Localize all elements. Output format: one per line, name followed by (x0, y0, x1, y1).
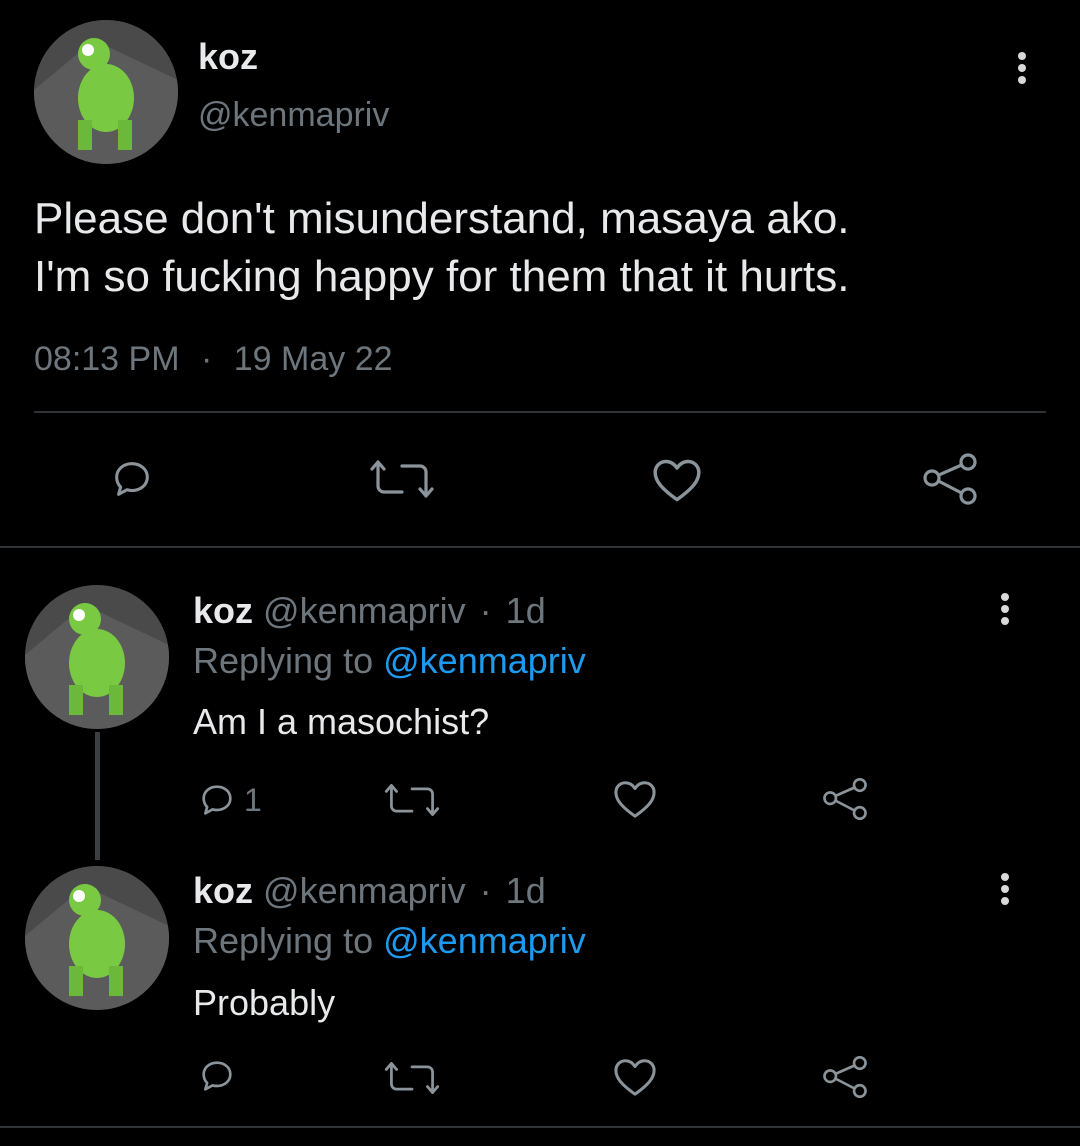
retweet-icon[interactable] (384, 782, 440, 818)
replying-to-handle[interactable]: @kenmapriv (383, 920, 586, 961)
reply-icon[interactable] (108, 456, 156, 502)
handle[interactable]: @kenmapriv (263, 870, 466, 911)
display-name[interactable]: koz (193, 590, 253, 631)
reply-header: koz @kenmapriv · 1d (193, 870, 546, 912)
like-icon[interactable] (650, 456, 704, 504)
divider (0, 546, 1080, 548)
like-icon[interactable] (612, 1056, 658, 1098)
reply-icon[interactable] (196, 780, 238, 820)
tweet-time: 08:13 PM (34, 340, 180, 378)
retweet-icon[interactable] (370, 458, 434, 500)
tweet-text-line-2: I'm so fucking happy for them that it hu… (34, 252, 850, 301)
avatar[interactable] (25, 585, 169, 729)
reply-text: Am I a masochist? (193, 701, 490, 742)
avatar[interactable] (34, 20, 178, 164)
display-name[interactable]: koz (198, 36, 258, 78)
reply-icon[interactable] (196, 1056, 238, 1096)
like-icon[interactable] (612, 778, 658, 820)
handle[interactable]: @kenmapriv (198, 96, 389, 135)
separator-dot: · (479, 870, 492, 911)
retweet-icon[interactable] (384, 1060, 440, 1096)
reply-text: Probably (193, 982, 336, 1023)
share-icon[interactable] (822, 1054, 868, 1100)
handle[interactable]: @kenmapriv (263, 590, 466, 631)
replying-to: Replying to @kenmapriv (193, 640, 586, 682)
replying-to-label: Replying to (193, 640, 374, 681)
replying-to-label: Replying to (193, 920, 374, 961)
tweet-timestamp: 08:13 PM · 19 May 22 (34, 340, 393, 379)
reply-header: koz @kenmapriv · 1d (193, 590, 546, 632)
more-options-icon[interactable] (999, 593, 1011, 629)
divider (34, 411, 1046, 413)
reply-count: 1 (244, 782, 262, 818)
tweet-text-line-1: Please don't misunderstand, masaya ako. (34, 194, 850, 243)
display-name[interactable]: koz (193, 870, 253, 911)
replying-to: Replying to @kenmapriv (193, 920, 586, 962)
separator-dot: · (479, 590, 492, 631)
more-options-icon[interactable] (999, 873, 1011, 909)
share-icon[interactable] (922, 452, 978, 506)
thread-line (95, 732, 100, 860)
more-options-icon[interactable] (1016, 52, 1028, 88)
divider (0, 1126, 1080, 1128)
reply-age: 1d (505, 590, 546, 631)
reply-age: 1d (505, 870, 546, 911)
separator-dot: · (200, 340, 213, 378)
share-icon[interactable] (822, 776, 868, 822)
replying-to-handle[interactable]: @kenmapriv (383, 640, 586, 681)
tweet-date: 19 May 22 (233, 340, 393, 378)
avatar[interactable] (25, 866, 169, 1010)
